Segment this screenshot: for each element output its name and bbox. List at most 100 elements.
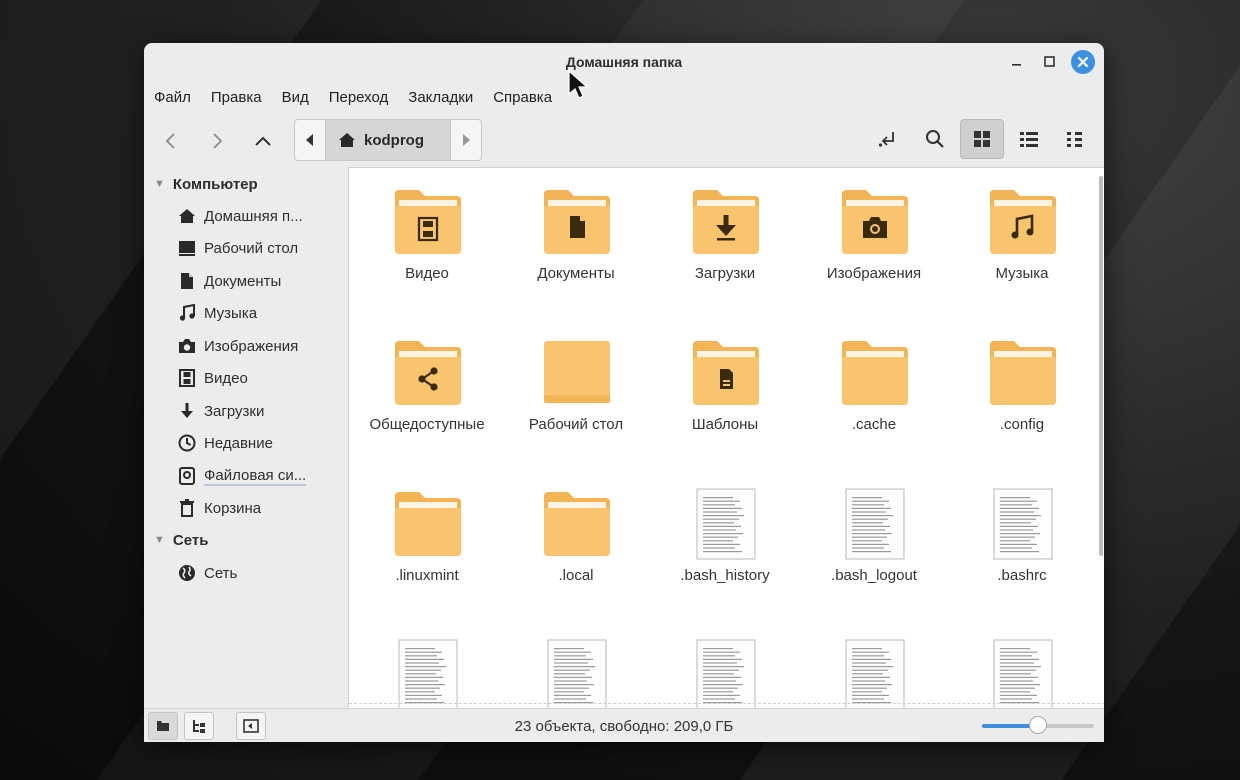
file-item[interactable]: .bash_logout xyxy=(800,470,948,610)
folder-icon xyxy=(542,490,612,558)
path-home-button[interactable]: kodprog xyxy=(325,120,450,160)
sidebar-item-label: Файловая си... xyxy=(204,466,307,486)
forward-button[interactable] xyxy=(202,127,232,155)
menu-view[interactable]: Вид xyxy=(272,87,319,109)
disk-icon xyxy=(178,467,196,485)
file-label: .bash_logout xyxy=(831,567,917,584)
file-item[interactable] xyxy=(948,621,1096,709)
file-label: Рабочий стол xyxy=(528,416,624,433)
sidebar-item-trash[interactable]: Корзина xyxy=(178,495,261,521)
search-button[interactable] xyxy=(913,119,957,159)
folder-item[interactable]: Шаблоны xyxy=(651,319,799,459)
sidebar-item-documents[interactable]: Документы xyxy=(178,268,281,294)
folder-icon xyxy=(542,188,612,256)
search-icon xyxy=(926,130,944,148)
sidebar-item-pictures[interactable]: Изображения xyxy=(178,333,298,359)
titlebar[interactable]: Домашняя папка xyxy=(144,43,1104,81)
folder-icon xyxy=(988,188,1058,256)
folder-item[interactable]: Видео xyxy=(353,168,501,308)
folder-item[interactable]: Музыка xyxy=(948,168,1096,308)
file-item[interactable]: .bashrc xyxy=(948,470,1096,610)
file-label: Музыка xyxy=(995,265,1049,282)
list-view-icon xyxy=(1020,132,1038,147)
folder-icon xyxy=(691,188,761,256)
sidebar-item-music[interactable]: Музыка xyxy=(178,300,257,326)
menu-go[interactable]: Переход xyxy=(319,87,399,109)
path-scroll-left-button[interactable] xyxy=(295,120,325,160)
text-file-icon xyxy=(691,488,761,560)
folder-item[interactable]: .cache xyxy=(800,319,948,459)
chevron-left-icon xyxy=(165,133,175,149)
sidebar-item-network[interactable]: Сеть xyxy=(178,560,237,586)
icon-view-button[interactable] xyxy=(960,119,1004,159)
up-button[interactable] xyxy=(248,127,278,155)
file-item[interactable] xyxy=(502,621,650,709)
file-label: Загрузки xyxy=(694,265,756,282)
folder-item[interactable]: .config xyxy=(948,319,1096,459)
maximize-button[interactable] xyxy=(1039,51,1061,73)
folder-item[interactable]: Загрузки xyxy=(651,168,799,308)
menu-file[interactable]: Файл xyxy=(144,87,201,109)
text-file-icon xyxy=(840,488,910,560)
folder-item[interactable]: Общедоступные xyxy=(353,319,501,459)
list-view-button[interactable] xyxy=(1007,119,1051,159)
minimize-icon xyxy=(1012,64,1021,66)
sidebar-item-downloads[interactable]: Загрузки xyxy=(178,398,264,424)
minimize-button[interactable] xyxy=(1006,51,1028,73)
file-item[interactable]: .bash_history xyxy=(651,470,799,610)
sidebar-item-label: Корзина xyxy=(204,499,262,517)
folder-item[interactable]: .local xyxy=(502,470,650,610)
mouse-cursor-icon xyxy=(568,70,589,99)
sidebar-item-label: Домашняя п... xyxy=(204,207,303,225)
sidebar-item-videos[interactable]: Видео xyxy=(178,365,248,391)
compact-view-button[interactable] xyxy=(1053,119,1097,159)
expander-down-icon: ▼ xyxy=(154,178,165,190)
file-item[interactable] xyxy=(651,621,799,709)
file-label: Шаблоны xyxy=(691,416,759,433)
sidebar-item-desktop[interactable]: Рабочий стол xyxy=(178,235,298,261)
document-icon xyxy=(178,272,196,290)
back-button[interactable] xyxy=(156,127,186,155)
file-label: .cache xyxy=(851,416,897,433)
close-button[interactable] xyxy=(1071,50,1095,74)
folder-icon xyxy=(393,188,463,256)
file-item[interactable] xyxy=(800,621,948,709)
toggle-location-button[interactable] xyxy=(866,119,910,159)
sidebar-item-label: Рабочий стол xyxy=(204,239,299,257)
sidebar-item-recent[interactable]: Недавние xyxy=(178,430,273,456)
sidebar: ▼ Компьютер Домашняя п... Рабочий стол Д… xyxy=(144,167,348,707)
sidebar-item-label: Сеть xyxy=(204,564,238,582)
sidebar-section-network[interactable]: ▼ Сеть xyxy=(154,527,208,553)
status-text: 23 объекта, свободно: 209,0 ГБ xyxy=(514,718,734,735)
zoom-slider-handle[interactable] xyxy=(1029,716,1047,734)
vertical-scrollbar[interactable] xyxy=(1099,176,1103,556)
divider xyxy=(349,703,1104,704)
menu-help[interactable]: Справка xyxy=(483,87,562,109)
sidebar-section-title: Сеть xyxy=(172,531,209,549)
file-item[interactable] xyxy=(353,621,501,709)
clock-icon xyxy=(178,434,196,452)
text-file-icon xyxy=(542,639,612,709)
text-file-icon xyxy=(840,639,910,709)
sidebar-section-computer[interactable]: ▼ Компьютер xyxy=(154,171,258,197)
folder-item[interactable]: Рабочий стол xyxy=(502,319,650,459)
menu-bookmarks[interactable]: Закладки xyxy=(398,87,483,109)
file-label: Изображения xyxy=(826,265,922,282)
sidebar-item-home[interactable]: Домашняя п... xyxy=(178,203,303,229)
file-view[interactable]: Видео Документы Загрузки Изображения Музыка О… xyxy=(348,167,1104,709)
toolbar: kodprog xyxy=(144,119,1104,163)
text-file-icon xyxy=(988,488,1058,560)
folder-item[interactable]: .linuxmint xyxy=(353,470,501,610)
folder-icon xyxy=(393,339,463,407)
folder-icon xyxy=(840,339,910,407)
folder-item[interactable]: Изображения xyxy=(800,168,948,308)
sidebar-item-filesystem[interactable]: Файловая си... xyxy=(178,463,307,489)
sidebar-item-label: Музыка xyxy=(204,304,258,322)
menu-edit[interactable]: Правка xyxy=(201,87,272,109)
window-title: Домашняя папка xyxy=(565,54,683,70)
path-scroll-right-button[interactable] xyxy=(450,120,481,160)
folder-item[interactable]: Документы xyxy=(502,168,650,308)
trash-icon xyxy=(178,499,196,517)
zoom-slider[interactable] xyxy=(982,716,1094,734)
folder-icon xyxy=(840,188,910,256)
